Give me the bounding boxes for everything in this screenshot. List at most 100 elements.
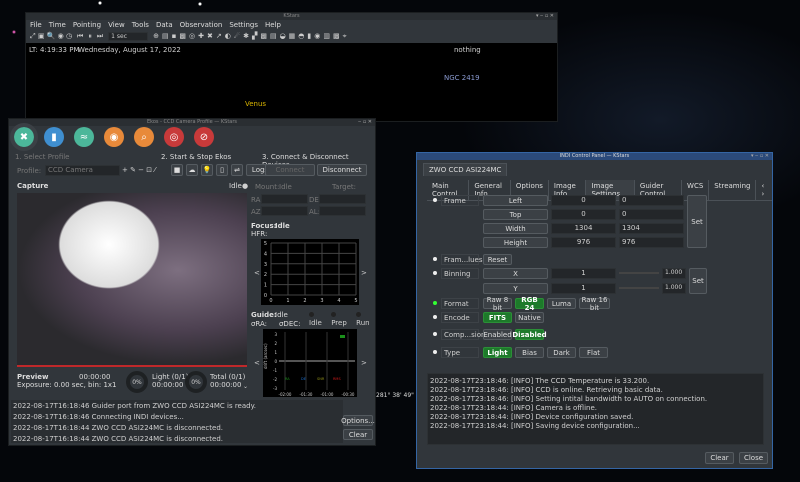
binning-slider[interactable] <box>619 287 659 289</box>
ekos-window: Ekos - CCD Camera Profile — KStars ‒ ▫ ✕ … <box>8 118 376 446</box>
compression-enabled-button[interactable]: Enabled <box>483 329 512 340</box>
indi-log[interactable]: 2022-08-17T23:18:46: [INFO] The CCD Temp… <box>427 373 764 445</box>
pause-icon[interactable]: ⏸ <box>88 32 92 41</box>
type-bias-button[interactable]: Bias <box>515 347 544 358</box>
frame-top-input[interactable]: 0 <box>619 209 684 220</box>
indi-clear-button[interactable]: Clear <box>705 452 734 464</box>
ngc-label[interactable]: NGC 2419 <box>444 74 480 82</box>
window-controls[interactable]: ▾ ‒ ▫ ✕ <box>536 13 554 20</box>
format-raw-16-bit-button[interactable]: Raw 16 bit <box>579 296 610 312</box>
compression-label: Comp...sion <box>441 329 485 340</box>
status-date: Wednesday, August 17, 2022 <box>78 46 181 54</box>
venus-label[interactable]: Venus <box>245 100 266 108</box>
guide-mark <box>340 335 345 338</box>
type-dark-button[interactable]: Dark <box>547 347 576 358</box>
tab-analyze-icon[interactable]: ≈ <box>74 127 94 147</box>
binning-set-button[interactable]: Set <box>689 268 707 294</box>
x-tick: 2 <box>303 298 306 304</box>
frame-height-input[interactable]: 976 <box>619 237 684 248</box>
time-step-input[interactable]: 1 sec <box>108 31 149 41</box>
stop-icon[interactable]: ■ <box>171 164 183 176</box>
indi-close-button[interactable]: Close <box>739 452 768 464</box>
cloud-icon[interactable]: ☁ <box>186 164 198 176</box>
window-controls[interactable]: ▾ ‒ ▫ ✕ <box>751 153 769 160</box>
window-controls[interactable]: ‒ ▫ ✕ <box>358 119 372 126</box>
target-label: Target: <box>332 183 357 191</box>
compression-disabled-button[interactable]: Disabled <box>512 329 547 340</box>
guide-prev-icon[interactable]: < <box>254 359 260 367</box>
compression-status-icon <box>433 332 437 336</box>
tab-setup-icon[interactable]: ✖ <box>10 123 38 151</box>
tab-scheduler-icon[interactable]: ▮ <box>44 127 64 147</box>
tab-guide-icon[interactable]: ⊘ <box>194 127 214 147</box>
light-icon[interactable]: 💡 <box>201 164 213 176</box>
settings-icon[interactable]: ⇌ <box>231 164 243 176</box>
mount-label: Mount: <box>255 183 280 191</box>
frame-set-button[interactable]: Set <box>687 195 707 248</box>
binning-x-spinbox[interactable]: 1.000 <box>662 268 686 279</box>
menu-tools[interactable]: Tools <box>132 21 149 29</box>
type-light-button[interactable]: Light <box>483 347 512 358</box>
y-axis-label: drift (arcsec) <box>263 343 268 369</box>
connect-button[interactable]: Connect <box>265 164 315 176</box>
x-tick: 3 <box>320 298 323 304</box>
image-settings-panel: Frame Left 0 0 Top 0 0 Width 1304 1304 Height 976 97… <box>427 195 767 365</box>
log-line: 2022-08-17T23:18:44: [INFO] Saving devic… <box>430 422 640 430</box>
format-rgb-24-button[interactable]: RGB 24 <box>515 296 544 312</box>
preview-label: Preview <box>17 373 49 381</box>
guide-next-icon[interactable]: > <box>361 359 367 367</box>
capture-title: Capture <box>17 182 49 190</box>
options-button[interactable]: Options... <box>341 415 375 426</box>
cam-icon[interactable]: ▯ <box>216 164 228 176</box>
expand-icon[interactable]: ⌄ <box>243 383 248 390</box>
tab-capture-icon[interactable]: ◉ <box>104 127 124 147</box>
profile-select[interactable]: CCD Camera <box>45 165 120 176</box>
indi-window: INDI Control Panel — KStars ▾ ‒ ▫ ✕ ZWO C… <box>416 152 773 469</box>
menu-settings[interactable]: Settings <box>229 21 258 29</box>
toolbar-icons-left[interactable]: ⤢ ▣ 🔍 ◉ ◷ <box>30 32 72 41</box>
frame-left-input[interactable]: 0 <box>619 195 684 206</box>
plot-bg <box>263 329 357 397</box>
encode-native-button[interactable]: Native <box>515 312 544 323</box>
state-led-icon <box>356 312 362 317</box>
forward-icon[interactable]: ⏭ <box>97 32 103 41</box>
ra-field <box>261 194 308 204</box>
menu-data[interactable]: Data <box>156 21 173 29</box>
format-luma-button[interactable]: Luma <box>547 298 576 309</box>
type-flat-button[interactable]: Flat <box>579 347 608 358</box>
capture-preview-image[interactable] <box>17 193 247 367</box>
guide-drift-chart: 3210-1-2-3-02:00 -01:30 -01:00 -00:30RA DE SN… <box>263 329 357 397</box>
x-tick: 1 <box>286 298 289 304</box>
binning-slider[interactable] <box>619 272 659 274</box>
menu-observation[interactable]: Observation <box>180 21 223 29</box>
log-line: 2022-08-17T23:18:46: [INFO] Setting inti… <box>430 395 708 403</box>
frame-width-input[interactable]: 1304 <box>619 223 684 234</box>
device-tab[interactable]: ZWO CCD ASI224MC <box>423 163 508 176</box>
frame-left-label: Left <box>483 195 548 206</box>
format-raw-8-bit-button[interactable]: Raw 8 bit <box>483 296 512 312</box>
focus-next-icon[interactable]: > <box>361 269 367 277</box>
encode-fits-button[interactable]: FITS <box>483 312 512 323</box>
reset-button[interactable]: Reset <box>483 254 512 265</box>
state-led-icon <box>309 312 314 317</box>
menu-view[interactable]: View <box>108 21 125 29</box>
indi-titlebar: INDI Control Panel — KStars ▾ ‒ ▫ ✕ <box>417 153 772 160</box>
clear-log-button[interactable]: Clear <box>343 429 373 440</box>
menu-pointing[interactable]: Pointing <box>73 21 101 29</box>
rewind-icon[interactable]: ⏮ <box>77 32 83 41</box>
toolbar-icons-right[interactable]: ⊕▤▪▩◎✚✖↗◐☄✱▞▩▤◒▦◓▮◉▥▩⌖ <box>153 32 349 41</box>
sky-map[interactable]: LT: 4:19:33 PM Wednesday, August 17, 202… <box>26 43 557 121</box>
profile-label: Profile: <box>17 167 42 175</box>
binning-y-spinbox[interactable]: 1.000 <box>662 283 686 294</box>
menu-file[interactable]: File <box>30 21 42 29</box>
tab-focus-icon[interactable]: ⌕ <box>134 127 154 147</box>
y-tick: 1 <box>264 283 267 289</box>
menu-time[interactable]: Time <box>49 21 66 29</box>
ekos-log[interactable]: 2022-08-17T16:18:46 Guider port from ZWO… <box>11 400 343 443</box>
profile-edit-icons[interactable]: + ✎ − ⊡ ⁄ <box>122 166 156 174</box>
focus-status: Idle <box>275 222 290 230</box>
tab-align-icon[interactable]: ◎ <box>164 127 184 147</box>
menu-help[interactable]: Help <box>265 21 281 29</box>
disconnect-button[interactable]: Disconnect <box>317 164 367 176</box>
focus-prev-icon[interactable]: < <box>254 269 260 277</box>
